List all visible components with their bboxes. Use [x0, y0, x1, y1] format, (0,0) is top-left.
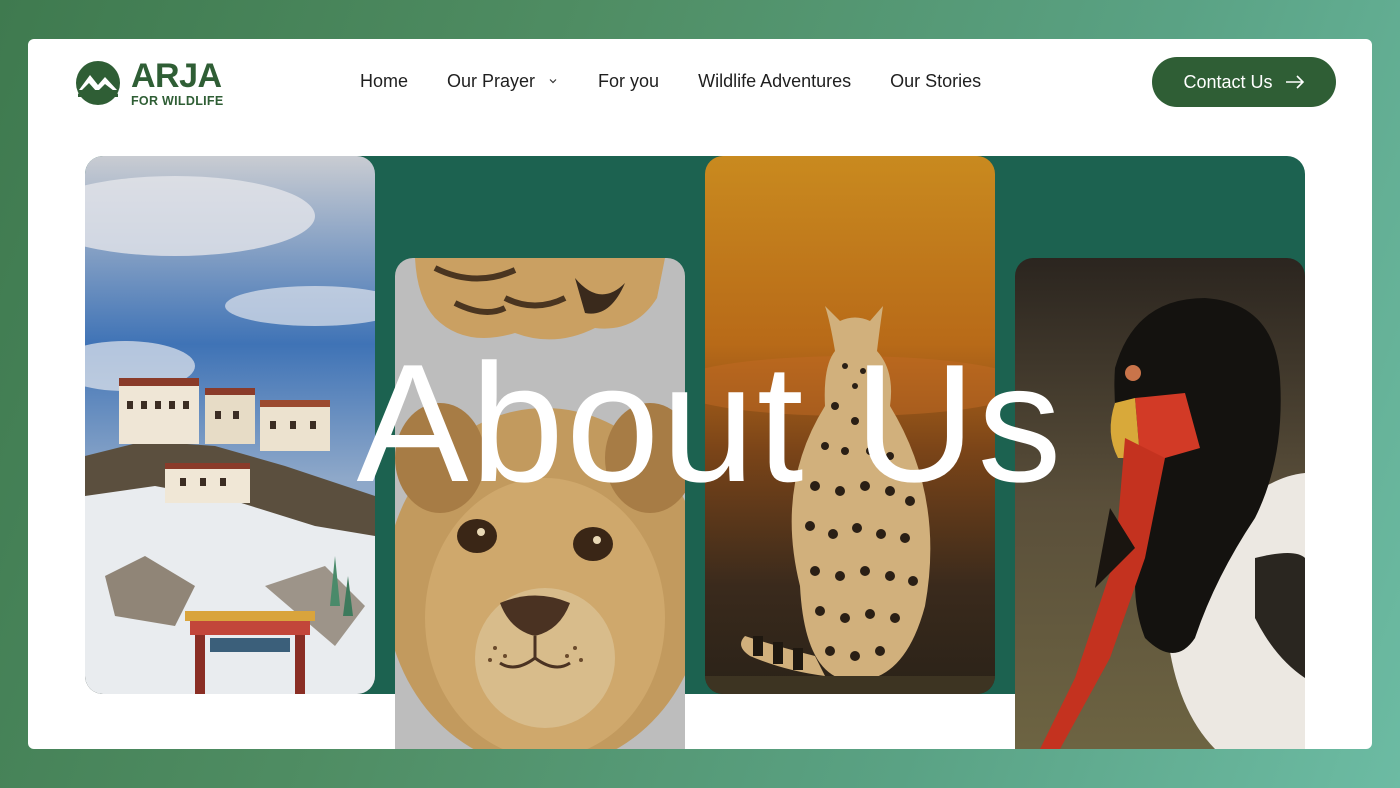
nav-item-our-stories[interactable]: Our Stories — [890, 71, 981, 92]
main-nav: Home Our Prayer For you Wildlife Adventu… — [360, 68, 981, 94]
brand-logo[interactable]: ARJA FOR WILDLIFE — [75, 59, 223, 107]
nav-item-wildlife-adventures[interactable]: Wildlife Adventures — [698, 71, 851, 92]
nav-item-label: Our Stories — [890, 70, 982, 91]
nav-item-label: For you — [598, 70, 660, 91]
mountain-logo-icon — [76, 61, 120, 105]
contact-us-label: Contact Us — [1183, 71, 1273, 92]
logo-wordmark: ARJA FOR WILDLIFE — [131, 59, 223, 108]
nav-item-label: Our Prayer — [447, 70, 536, 91]
logo-title: ARJA — [131, 56, 222, 95]
nav-item-label: Home — [360, 70, 409, 91]
nav-item-our-prayer[interactable]: Our Prayer — [447, 71, 559, 92]
hero-title: About Us — [356, 329, 1064, 517]
contact-us-button[interactable]: Contact Us — [1152, 57, 1336, 107]
arrow-right-icon — [1285, 75, 1304, 89]
nav-item-label: Wildlife Adventures — [698, 70, 852, 91]
nav-item-for-you[interactable]: For you — [598, 71, 659, 92]
chevron-down-icon — [549, 79, 557, 84]
nav-item-home[interactable]: Home — [360, 71, 408, 92]
page-card: ARJA FOR WILDLIFE Home Our Prayer For yo… — [28, 39, 1372, 749]
logo-tagline: FOR WILDLIFE — [131, 93, 224, 108]
